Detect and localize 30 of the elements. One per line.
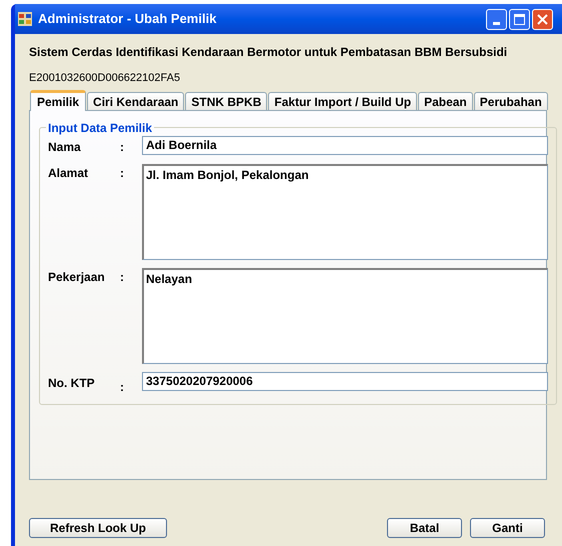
colon: : (120, 268, 125, 286)
tab[interactable]: Perubahan (474, 92, 548, 110)
field-label: Pekerjaan (48, 268, 106, 286)
window-title: Administrator - Ubah Pemilik (38, 10, 216, 28)
close-icon (537, 14, 548, 24)
colon: : (120, 164, 125, 182)
input-field[interactable]: Adi Boernila (142, 136, 548, 154)
dialog-button[interactable]: Refresh Look Up (29, 518, 167, 538)
heading: Sistem Cerdas Identifikasi Kendaraan Bermotor untuk Pembatasan BBM Bersubsidi (28, 44, 508, 61)
field-label: No. KTP (48, 374, 96, 392)
minimize-button[interactable] (486, 8, 507, 30)
tag-id: E2001032600D006622102FA5 (28, 71, 182, 86)
text-area[interactable]: Nelayan (142, 268, 548, 364)
tab[interactable]: Pemilik (30, 90, 86, 110)
input-field[interactable]: 3375020207920006 (142, 372, 548, 390)
text-area[interactable]: Jl. Imam Bonjol, Pekalongan (142, 164, 548, 260)
maximize-button[interactable] (509, 8, 530, 30)
group-title: Input Data Pemilik (47, 120, 154, 136)
field-label: Nama (48, 138, 82, 156)
dialog-button[interactable]: Batal (387, 518, 462, 538)
tab[interactable]: Faktur Import / Build Up (268, 92, 418, 110)
dialog-button[interactable]: Ganti (470, 518, 545, 538)
close-button[interactable] (532, 8, 553, 30)
tab[interactable]: Pabean (418, 92, 473, 110)
tab[interactable]: STNK BPKB (185, 92, 268, 110)
app-icon (17, 11, 33, 27)
colon: : (120, 138, 125, 156)
tab[interactable]: Ciri Kendaraan (87, 92, 184, 110)
colon: : (120, 378, 125, 396)
field-label: Alamat (48, 164, 90, 182)
